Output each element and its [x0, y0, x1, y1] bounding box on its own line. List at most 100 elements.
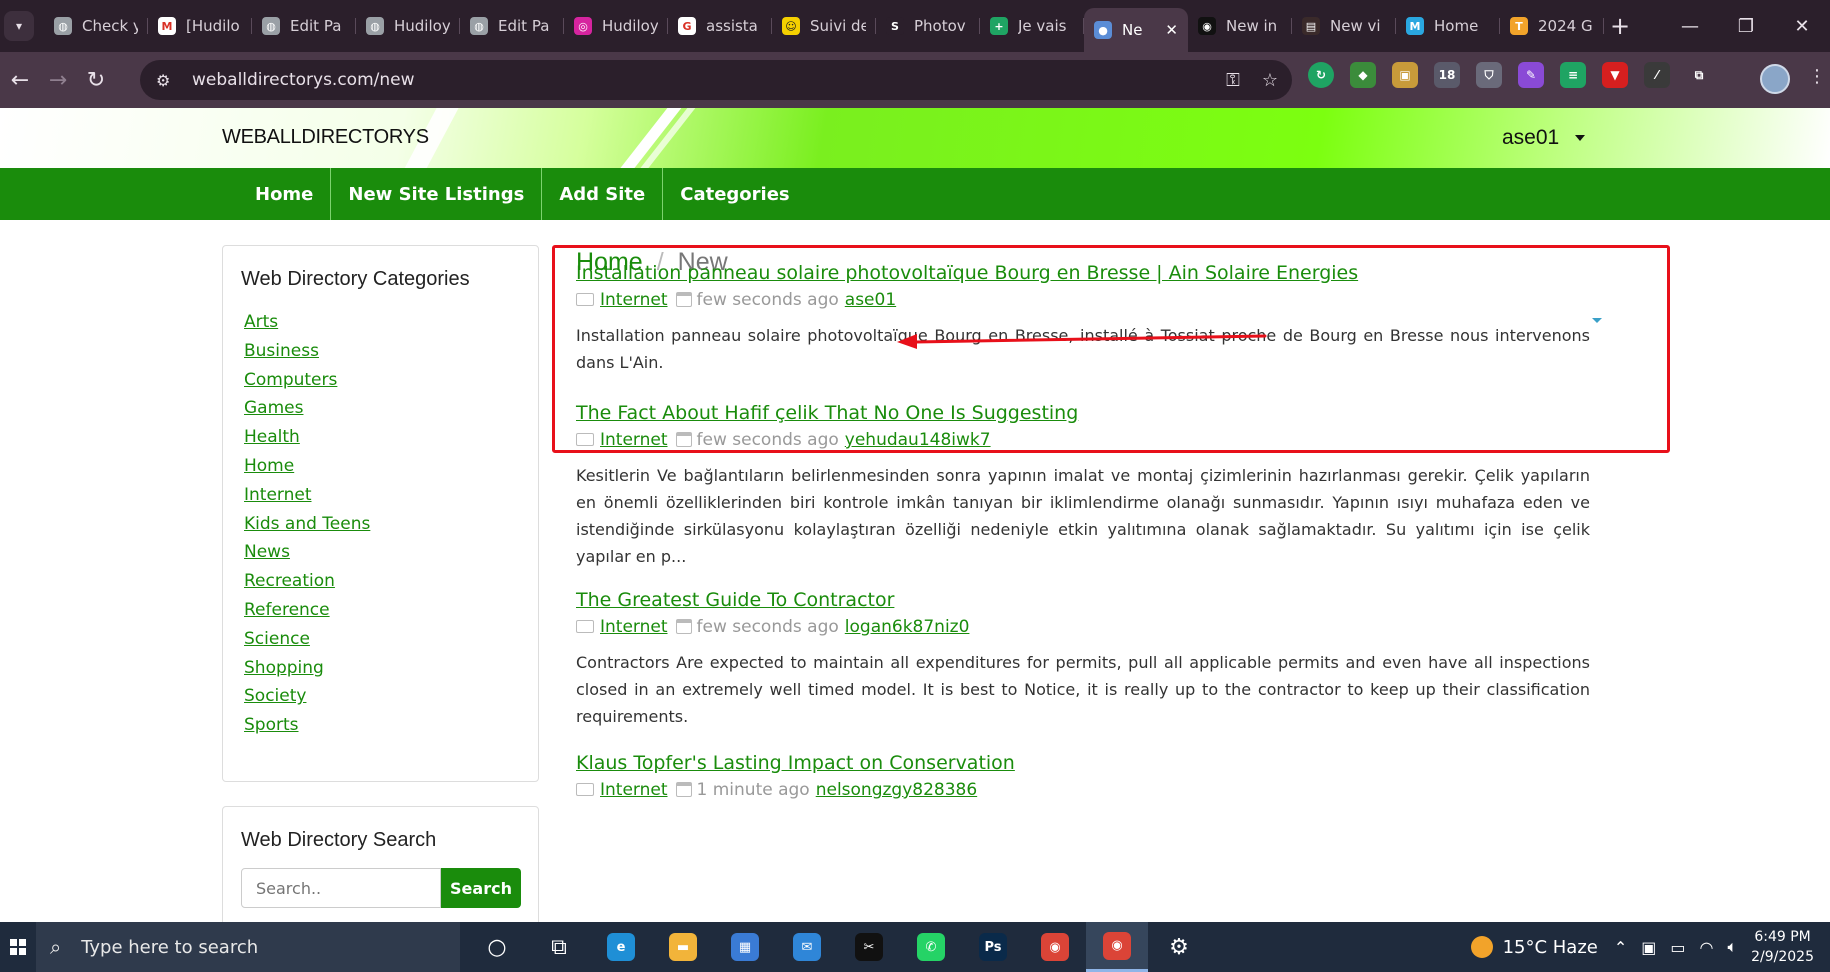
reload-button[interactable]: ↻: [78, 62, 114, 98]
listing-category-link[interactable]: Internet: [600, 780, 668, 800]
close-window-button[interactable]: ✕: [1774, 0, 1830, 52]
extensions-puzzle-icon[interactable]: ⧉: [1686, 62, 1712, 88]
listing-user-link[interactable]: yehudau148iwk7: [845, 430, 991, 450]
weather-widget[interactable]: 15°C Haze: [1470, 936, 1598, 958]
site-info-icon[interactable]: ⚙: [156, 71, 178, 90]
battery-icon[interactable]: ▭: [1670, 938, 1685, 957]
minimize-button[interactable]: —: [1662, 0, 1718, 52]
listing-title-link[interactable]: Installation panneau solaire photovoltaï…: [576, 260, 1590, 286]
capcut-taskbar-button[interactable]: ✂: [838, 922, 900, 972]
grammarly-extension-icon[interactable]: ↻: [1308, 62, 1334, 88]
listing-title-link[interactable]: The Fact About Hafif çelik That No One I…: [576, 400, 1590, 426]
address-bar[interactable]: ⚙ weballdirectorys.com/new ⚿ ☆: [140, 60, 1292, 100]
category-link[interactable]: Sports: [244, 715, 299, 735]
category-link[interactable]: Shopping: [244, 658, 324, 678]
search-title: Web Directory Search: [241, 829, 437, 851]
category-link[interactable]: Science: [244, 629, 310, 649]
browser-tab[interactable]: ◍ Edit Pa: [252, 6, 356, 46]
browser-tab[interactable]: ● Ne ✕: [1084, 8, 1188, 52]
category-link[interactable]: Health: [244, 427, 300, 447]
listing-category-link[interactable]: Internet: [600, 617, 668, 637]
category-link[interactable]: Recreation: [244, 571, 335, 591]
browser-tab[interactable]: ◍ Hudiloy: [356, 6, 460, 46]
browser-tab[interactable]: M [Hudilo: [148, 6, 252, 46]
task-view-taskbar-button[interactable]: ⧉: [528, 922, 590, 972]
page-extension-icon[interactable]: ▣: [1392, 62, 1418, 88]
settings-taskbar-button[interactable]: ⚙: [1148, 922, 1210, 972]
store-taskbar-button[interactable]: ▦: [714, 922, 776, 972]
mail-taskbar-button[interactable]: ✉: [776, 922, 838, 972]
maps-extension-icon[interactable]: ◆: [1350, 62, 1376, 88]
listing-category-link[interactable]: Internet: [600, 430, 668, 450]
category-link[interactable]: Games: [244, 398, 303, 418]
directory-search-button[interactable]: Search: [441, 868, 521, 908]
category-link[interactable]: News: [244, 542, 290, 562]
feather-extension-icon[interactable]: ✎: [1518, 62, 1544, 88]
category-link[interactable]: Society: [244, 686, 306, 706]
main-navigation: Home New Site Listings Add Site Categori…: [0, 168, 1830, 220]
shield-extension-icon[interactable]: ⛉: [1476, 62, 1502, 88]
directory-search-input[interactable]: [241, 868, 441, 908]
tab-search-button[interactable]: ▾: [4, 11, 34, 41]
dropper-extension-icon[interactable]: ⁄: [1644, 62, 1670, 88]
whatsapp-taskbar-button[interactable]: ✆: [900, 922, 962, 972]
category-link[interactable]: Business: [244, 341, 319, 361]
category-link[interactable]: Internet: [244, 485, 312, 505]
browser-tab[interactable]: T 2024 G: [1500, 6, 1604, 46]
browser-tab[interactable]: ▤ New vi: [1292, 6, 1396, 46]
bookmark-star-icon[interactable]: ☆: [1262, 70, 1278, 91]
nav-add-site[interactable]: Add Site: [541, 168, 662, 220]
start-button[interactable]: [0, 922, 36, 972]
forward-button[interactable]: →: [40, 62, 76, 98]
category-link[interactable]: Kids and Teens: [244, 514, 370, 534]
chrome-taskbar-button[interactable]: ◉: [1024, 922, 1086, 972]
system-clock[interactable]: 6:49 PM 2/9/2025: [1751, 927, 1814, 967]
red-extension-icon[interactable]: ▼: [1602, 62, 1628, 88]
photoshop-taskbar-button[interactable]: Ps: [962, 922, 1024, 972]
profile-avatar[interactable]: [1760, 64, 1790, 94]
site-brand[interactable]: WEBALLDIRECTORYS: [222, 126, 429, 149]
wifi-icon[interactable]: ◠: [1700, 938, 1714, 957]
url-text[interactable]: weballdirectorys.com/new: [192, 70, 415, 90]
browser-tab[interactable]: Gassista: [668, 6, 772, 46]
listing-category-link[interactable]: Internet: [600, 290, 668, 310]
password-key-icon[interactable]: ⚿: [1226, 70, 1240, 91]
browser-tab[interactable]: M Home: [1396, 6, 1500, 46]
nav-new-site-listings[interactable]: New Site Listings: [330, 168, 541, 220]
listing-user-link[interactable]: logan6k87niz0: [845, 617, 970, 637]
listing-user-link[interactable]: nelsongzgy828386: [816, 780, 977, 800]
category-link[interactable]: Reference: [244, 600, 330, 620]
browser-menu-icon[interactable]: ⋮: [1808, 66, 1826, 87]
volume-icon[interactable]: 🔈︎: [1728, 937, 1738, 957]
meet-now-icon[interactable]: ▣: [1641, 938, 1656, 957]
browser-tab[interactable]: + Je vais: [980, 6, 1084, 46]
file-explorer-taskbar-button[interactable]: ▬: [652, 922, 714, 972]
taskbar-search-box[interactable]: ⌕ Type here to search: [36, 922, 460, 972]
cortana-taskbar-button[interactable]: ○: [466, 922, 528, 972]
browser-tab[interactable]: ◍ Edit Pa: [460, 6, 564, 46]
calendar-extension-icon[interactable]: 18: [1434, 62, 1460, 88]
listing-user-link[interactable]: ase01: [845, 290, 896, 310]
restore-button[interactable]: ❐: [1718, 0, 1774, 52]
nav-home[interactable]: Home: [238, 168, 330, 220]
edge-taskbar-button[interactable]: e: [590, 922, 652, 972]
flag-extension-icon[interactable]: ≡: [1560, 62, 1586, 88]
back-button[interactable]: ←: [2, 62, 38, 98]
chrome-profile-taskbar-button[interactable]: ◉: [1086, 922, 1148, 972]
listing-title-link[interactable]: Klaus Topfer's Lasting Impact on Conserv…: [576, 750, 1590, 776]
chevron-up-icon[interactable]: ⌃: [1614, 938, 1627, 957]
close-tab-icon[interactable]: ✕: [1165, 21, 1178, 39]
browser-tab[interactable]: S Photov: [876, 6, 980, 46]
category-link[interactable]: Home: [244, 456, 294, 476]
category-link[interactable]: Arts: [244, 312, 278, 332]
browser-tab[interactable]: ◍ Check y: [44, 6, 148, 46]
listing-dropdown-caret-icon[interactable]: [1592, 318, 1602, 323]
user-menu[interactable]: ase01: [1502, 126, 1586, 150]
nav-categories[interactable]: Categories: [662, 168, 806, 220]
listing-title-link[interactable]: The Greatest Guide To Contractor: [576, 587, 1590, 613]
new-tab-button[interactable]: +: [1610, 12, 1640, 40]
browser-tab[interactable]: ◎ Hudiloy: [564, 6, 668, 46]
browser-tab[interactable]: ◉ New in: [1188, 6, 1292, 46]
browser-tab[interactable]: ☺ Suivi de: [772, 6, 876, 46]
category-link[interactable]: Computers: [244, 370, 337, 390]
